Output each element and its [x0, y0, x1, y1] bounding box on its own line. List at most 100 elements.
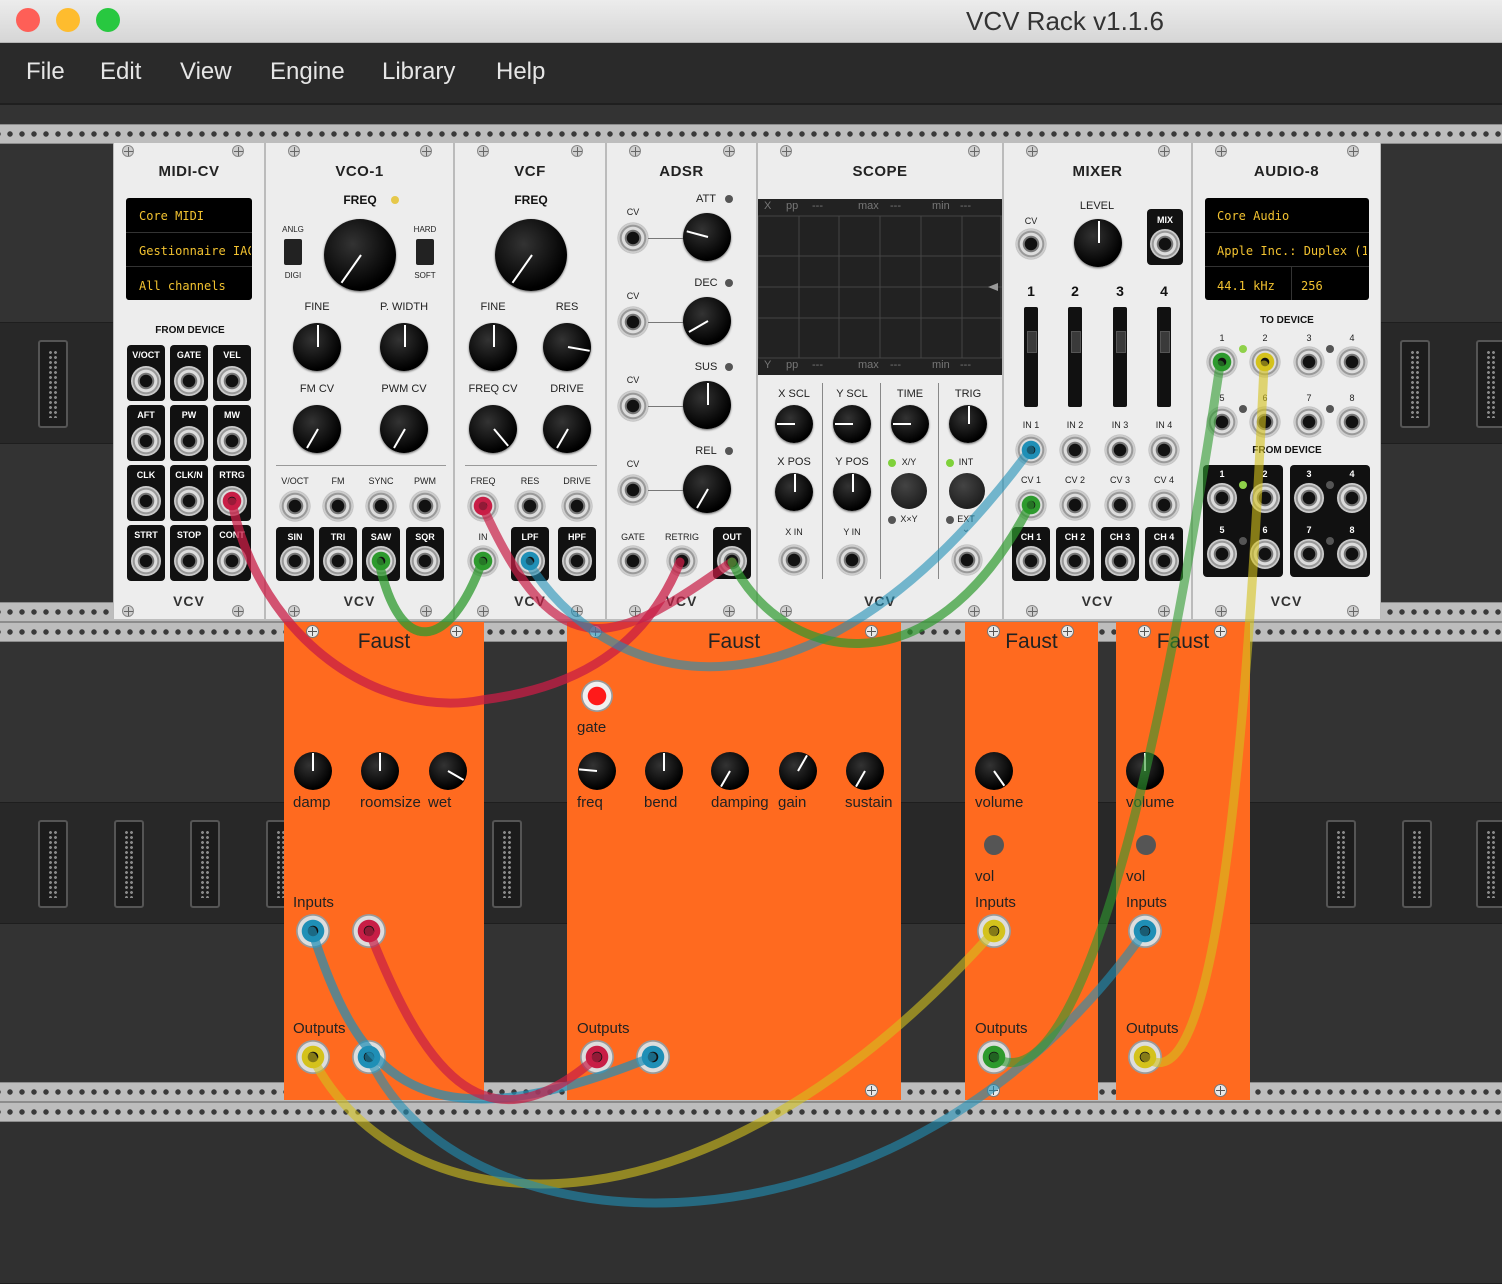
fine-knob[interactable]	[469, 323, 517, 371]
module-scope[interactable]: SCOPE Xpp --- max --- min --- Ypp --- max --- min…	[757, 143, 1003, 619]
sustain-knob[interactable]	[846, 752, 884, 790]
output-jack[interactable]	[280, 546, 310, 576]
fmcv-knob[interactable]	[293, 405, 341, 453]
output-jack[interactable]	[410, 546, 440, 576]
menu-view[interactable]: View	[180, 58, 232, 86]
output-jack-1[interactable]	[296, 1040, 330, 1074]
trig-source-button[interactable]	[949, 473, 985, 509]
audio-in-jack[interactable]	[468, 546, 498, 576]
output-jack-strt[interactable]	[131, 546, 161, 576]
output-jack-2[interactable]	[352, 1040, 386, 1074]
channel-in-jack[interactable]	[1016, 435, 1046, 465]
wet-knob[interactable]	[429, 752, 467, 790]
audio-device[interactable]: Apple Inc.: Duplex (1-	[1217, 244, 1367, 258]
midi-channel[interactable]: All channels	[139, 279, 226, 293]
freq-knob[interactable]	[495, 219, 567, 291]
knob-att[interactable]	[683, 213, 731, 261]
input-jack[interactable]	[323, 491, 353, 521]
roomsize-knob[interactable]	[361, 752, 399, 790]
midi-driver[interactable]: Core MIDI	[139, 209, 204, 223]
output-jack-2[interactable]	[636, 1040, 670, 1074]
output-jack-voct[interactable]	[131, 366, 161, 396]
channel-cv-jack[interactable]	[1149, 490, 1179, 520]
module-midi-cv[interactable]: MIDI-CV Core MIDI Gestionnaire IAC All c…	[113, 143, 265, 619]
module-vcf[interactable]: VCF FREQ FINE RES FREQ CV DRIVE VCV FREQ…	[454, 143, 606, 619]
from-device-jack-3[interactable]	[1294, 483, 1324, 513]
channel-out-jack[interactable]	[1149, 546, 1179, 576]
output-jack-gate[interactable]	[174, 366, 204, 396]
freq-knob[interactable]	[578, 752, 616, 790]
volume-knob[interactable]	[975, 752, 1013, 790]
input-jack-2[interactable]	[352, 914, 386, 948]
volume-knob[interactable]	[1126, 752, 1164, 790]
sync-switch[interactable]	[416, 239, 434, 265]
channel-fader[interactable]	[1068, 307, 1082, 407]
out-jack[interactable]	[717, 546, 747, 576]
scope-display[interactable]: Xpp --- max --- min --- Ypp --- max --- min ---	[758, 199, 1002, 375]
midi-display[interactable]: Core MIDI Gestionnaire IAC All channels	[126, 198, 252, 300]
pwmcv-knob[interactable]	[380, 405, 428, 453]
input-jack[interactable]	[515, 491, 545, 521]
output-jack[interactable]	[515, 546, 545, 576]
input-jack-1[interactable]	[1128, 914, 1162, 948]
pwidth-knob[interactable]	[380, 323, 428, 371]
damping-knob[interactable]	[711, 752, 749, 790]
module-faust-synth[interactable]: Faust gate freq bend damping gain sustai…	[567, 622, 901, 1100]
module-mixer[interactable]: MIXER CV LEVEL MIX VCV 1 IN 1 CV 1 CH 1 2 IN …	[1003, 143, 1192, 619]
input-jack[interactable]	[280, 491, 310, 521]
to-device-jack-1[interactable]	[1207, 347, 1237, 377]
output-jack-vel[interactable]	[217, 366, 247, 396]
output-jack-1[interactable]	[580, 1040, 614, 1074]
res-knob[interactable]	[543, 323, 591, 371]
gate-button[interactable]	[581, 680, 613, 712]
channel-out-jack[interactable]	[1105, 546, 1135, 576]
from-device-jack-4[interactable]	[1337, 483, 1367, 513]
input-jack-1[interactable]	[977, 914, 1011, 948]
output-jack-cont[interactable]	[217, 546, 247, 576]
module-faust-reverb[interactable]: Faust damp roomsize wet Inputs Outputs	[284, 622, 484, 1100]
damp-knob[interactable]	[294, 752, 332, 790]
mode-switch[interactable]	[284, 239, 302, 265]
x-in-jack[interactable]	[779, 545, 809, 575]
input-jack[interactable]	[468, 491, 498, 521]
module-faust-volume-1[interactable]: Faust volume vol Inputs Outputs	[965, 622, 1098, 1100]
channel-cv-jack[interactable]	[1060, 490, 1090, 520]
module-vco-1[interactable]: VCO-1 FREQ ANLG DIGI HARD SOFT FINE P. W…	[265, 143, 454, 619]
y-in-jack[interactable]	[837, 545, 867, 575]
channel-cv-jack[interactable]	[1016, 490, 1046, 520]
from-device-jack-8[interactable]	[1337, 539, 1367, 569]
audio-block-size[interactable]: 256	[1301, 279, 1323, 293]
to-device-jack-5[interactable]	[1207, 407, 1237, 437]
input-jack[interactable]	[366, 491, 396, 521]
module-faust-volume-2[interactable]: Faust volume vol Inputs Outputs	[1116, 622, 1250, 1100]
to-device-jack-6[interactable]	[1250, 407, 1280, 437]
freq-knob[interactable]	[324, 219, 396, 291]
knob-sus[interactable]	[683, 381, 731, 429]
from-device-jack-5[interactable]	[1207, 539, 1237, 569]
yscl-knob[interactable]	[833, 405, 871, 443]
output-jack-clkn[interactable]	[174, 486, 204, 516]
output-jack-aft[interactable]	[131, 426, 161, 456]
output-jack-stop[interactable]	[174, 546, 204, 576]
menu-help[interactable]: Help	[496, 58, 545, 86]
input-jack[interactable]	[410, 491, 440, 521]
output-jack-1[interactable]	[1128, 1040, 1162, 1074]
channel-fader[interactable]	[1113, 307, 1127, 407]
drive-knob[interactable]	[543, 405, 591, 453]
menu-engine[interactable]: Engine	[270, 58, 345, 86]
cv-jack[interactable]	[618, 391, 648, 421]
output-jack[interactable]	[562, 546, 592, 576]
module-audio-8[interactable]: AUDIO-8 Core Audio Apple Inc.: Duplex (1…	[1192, 143, 1381, 619]
cv-jack[interactable]	[618, 223, 648, 253]
knob-dec[interactable]	[683, 297, 731, 345]
master-cv-jack[interactable]	[1016, 229, 1046, 259]
midi-device[interactable]: Gestionnaire IAC	[139, 244, 251, 258]
channel-fader[interactable]	[1157, 307, 1171, 407]
input-jack[interactable]	[562, 491, 592, 521]
channel-out-jack[interactable]	[1016, 546, 1046, 576]
to-device-jack-3[interactable]	[1294, 347, 1324, 377]
time-knob[interactable]	[891, 405, 929, 443]
channel-cv-jack[interactable]	[1105, 490, 1135, 520]
channel-out-jack[interactable]	[1060, 546, 1090, 576]
cv-jack[interactable]	[618, 475, 648, 505]
